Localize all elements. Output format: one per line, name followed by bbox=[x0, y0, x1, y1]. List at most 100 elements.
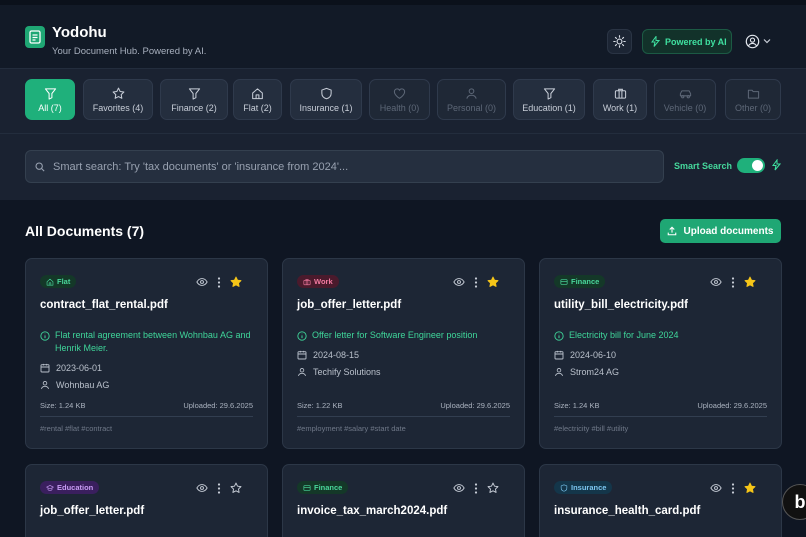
graduation-cap-icon bbox=[46, 484, 54, 491]
document-filename[interactable]: invoice_tax_march2024.pdf bbox=[297, 505, 447, 517]
filter-icon bbox=[543, 87, 555, 100]
more-options-button[interactable] bbox=[217, 276, 221, 288]
category-tag-label: Finance bbox=[571, 277, 600, 286]
document-filename[interactable]: job_offer_letter.pdf bbox=[40, 505, 144, 517]
preview-button[interactable] bbox=[196, 277, 208, 287]
eye-icon bbox=[196, 278, 208, 286]
user-icon bbox=[555, 368, 563, 377]
preview-button[interactable] bbox=[453, 277, 465, 287]
document-party: Wohnbau AG bbox=[40, 380, 109, 390]
filter-chip-all[interactable]: All (7) bbox=[25, 79, 75, 120]
description-text: Flat rental agreement between Wohnbau AG… bbox=[55, 330, 251, 353]
favorite-button[interactable] bbox=[487, 276, 499, 288]
app-logo-icon bbox=[25, 26, 45, 48]
more-options-button[interactable] bbox=[474, 482, 478, 494]
document-card[interactable]: Finance invoice_tax_march2024.pdf bbox=[282, 464, 525, 537]
calendar-icon bbox=[40, 363, 50, 373]
document-card[interactable]: Flat contract_flat_rental.pdf Flat renta… bbox=[25, 258, 268, 449]
upload-date: Uploaded: 29.6.2025 bbox=[183, 401, 253, 410]
filter-chip-insurance[interactable]: Insurance (1) bbox=[290, 79, 362, 120]
bolt-icon bbox=[772, 159, 781, 171]
filter-chip-label: Vehicle (0) bbox=[663, 102, 707, 113]
info-icon bbox=[554, 331, 564, 341]
eye-icon bbox=[453, 484, 465, 492]
category-tag: Insurance bbox=[554, 481, 613, 494]
app-title: Yodohu bbox=[52, 24, 107, 41]
car-icon bbox=[679, 89, 691, 98]
card-actions bbox=[453, 276, 499, 288]
card-icon bbox=[560, 278, 568, 285]
file-size: Size: 1.24 KB bbox=[554, 401, 600, 410]
search-input[interactable]: Smart search: Try 'tax documents' or 'in… bbox=[25, 150, 664, 183]
document-card[interactable]: Work job_offer_letter.pdf Offer letter f… bbox=[282, 258, 525, 449]
document-filename[interactable]: contract_flat_rental.pdf bbox=[40, 299, 168, 311]
search-placeholder: Smart search: Try 'tax documents' or 'in… bbox=[53, 160, 349, 173]
filter-chip-vehicle[interactable]: Vehicle (0) bbox=[654, 79, 716, 120]
heart-icon bbox=[393, 87, 406, 99]
briefcase-icon bbox=[303, 278, 311, 285]
document-date: 2024-06-10 bbox=[554, 350, 616, 360]
category-tag: Flat bbox=[40, 275, 77, 288]
favorite-button[interactable] bbox=[487, 482, 499, 494]
more-vertical-icon bbox=[731, 276, 735, 288]
document-party: Techify Solutions bbox=[297, 367, 381, 377]
more-options-button[interactable] bbox=[731, 276, 735, 288]
preview-button[interactable] bbox=[710, 277, 722, 287]
preview-button[interactable] bbox=[453, 483, 465, 493]
star-icon bbox=[744, 276, 756, 287]
document-description: Offer letter for Software Engineer posit… bbox=[297, 329, 512, 342]
filter-chip-health[interactable]: Health (0) bbox=[369, 79, 430, 120]
powered-by-ai-badge: Powered by AI bbox=[642, 29, 732, 54]
watermark-logo: b bbox=[782, 484, 806, 520]
favorite-button[interactable] bbox=[230, 276, 242, 288]
filter-chip-personal[interactable]: Personal (0) bbox=[437, 79, 506, 120]
filter-chip-flat[interactable]: Flat (2) bbox=[233, 79, 282, 120]
favorite-button[interactable] bbox=[744, 482, 756, 494]
document-hashtags: #rental #flat #contract bbox=[40, 424, 113, 433]
upload-date: Uploaded: 29.6.2025 bbox=[697, 401, 767, 410]
more-options-button[interactable] bbox=[217, 482, 221, 494]
user-icon bbox=[298, 368, 306, 377]
document-filename[interactable]: insurance_health_card.pdf bbox=[554, 505, 700, 517]
document-description: Flat rental agreement between Wohnbau AG… bbox=[40, 329, 255, 355]
favorite-button[interactable] bbox=[744, 276, 756, 288]
document-footer: Size: 1.22 KB Uploaded: 29.6.2025 bbox=[297, 401, 510, 417]
document-filename[interactable]: utility_bill_electricity.pdf bbox=[554, 299, 688, 311]
favorite-button[interactable] bbox=[230, 482, 242, 494]
filter-chip-finance[interactable]: Finance (2) bbox=[160, 79, 228, 120]
category-tag: Finance bbox=[554, 275, 606, 288]
card-actions bbox=[196, 276, 242, 288]
card-actions bbox=[196, 482, 242, 494]
filter-chip-other[interactable]: Other (0) bbox=[725, 79, 781, 120]
smart-search-toggle[interactable] bbox=[737, 158, 765, 173]
more-options-button[interactable] bbox=[731, 482, 735, 494]
date-text: 2024-08-15 bbox=[313, 350, 360, 360]
document-card[interactable]: Insurance insurance_health_card.pdf bbox=[539, 464, 782, 537]
filter-chip-work[interactable]: Work (1) bbox=[593, 79, 647, 120]
star-icon bbox=[230, 276, 242, 287]
user-menu-button[interactable] bbox=[745, 31, 777, 51]
document-card[interactable]: Finance utility_bill_electricity.pdf Ele… bbox=[539, 258, 782, 449]
date-text: 2024-06-10 bbox=[570, 350, 617, 360]
filter-chip-favorites[interactable]: Favorites (4) bbox=[83, 79, 153, 120]
eye-icon bbox=[710, 278, 722, 286]
document-filename[interactable]: job_offer_letter.pdf bbox=[297, 299, 401, 311]
preview-button[interactable] bbox=[710, 483, 722, 493]
more-options-button[interactable] bbox=[474, 276, 478, 288]
upload-date: Uploaded: 29.6.2025 bbox=[440, 401, 510, 410]
filter-chip-education[interactable]: Education (1) bbox=[513, 79, 585, 120]
theme-toggle-button[interactable] bbox=[607, 29, 632, 54]
category-tag-label: Finance bbox=[314, 483, 343, 492]
document-card[interactable]: Education job_offer_letter.pdf bbox=[25, 464, 268, 537]
preview-button[interactable] bbox=[196, 483, 208, 493]
more-vertical-icon bbox=[474, 482, 478, 494]
shield-icon bbox=[560, 484, 568, 492]
filter-icon bbox=[188, 87, 200, 100]
document-footer: Size: 1.24 KB Uploaded: 29.6.2025 bbox=[40, 401, 253, 417]
filter-chip-label: Flat (2) bbox=[243, 102, 272, 113]
upload-documents-button[interactable]: Upload documents bbox=[660, 219, 781, 243]
star-icon bbox=[487, 482, 499, 493]
app-subtitle: Your Document Hub. Powered by AI. bbox=[52, 46, 207, 57]
bolt-icon bbox=[651, 36, 660, 47]
briefcase-icon bbox=[614, 88, 626, 99]
